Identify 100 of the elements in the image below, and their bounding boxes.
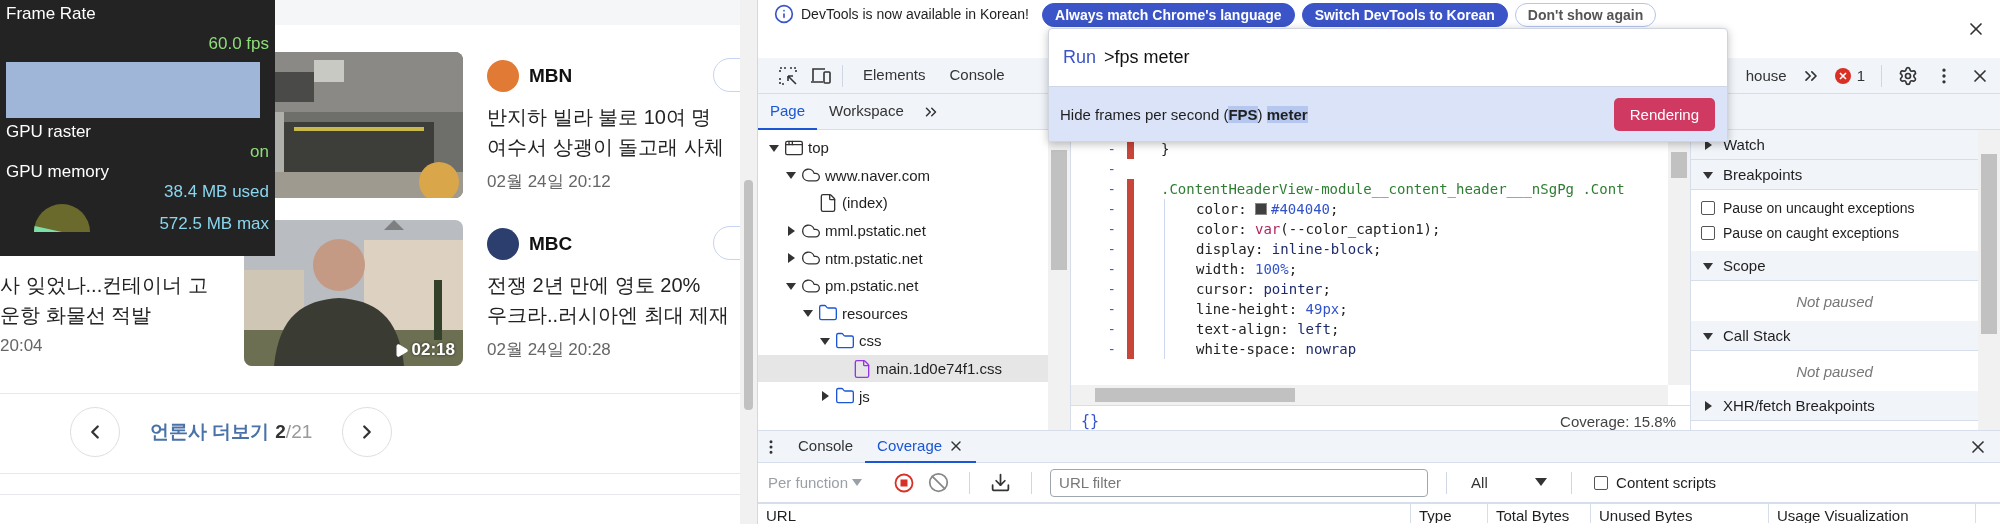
section-header[interactable]: Call Stack [1691,321,1978,351]
coverage-marker: - [1106,221,1116,237]
memory-gauge-drawing [32,202,92,234]
expanded-caret-icon[interactable] [1703,260,1713,271]
section-header[interactable]: Scope [1691,251,1978,281]
memory-max: 572.5 MB max [159,214,269,234]
coverage-marker: - [1106,261,1116,277]
drawer-tab[interactable]: Console [786,430,866,463]
tree-item[interactable]: top [758,134,1048,162]
checkbox[interactable] [1701,225,1715,240]
tab-label: Console [798,437,854,454]
coverage-marker: - [1106,301,1116,317]
inspect-icon[interactable] [778,65,798,86]
color-swatch[interactable] [1255,203,1267,215]
meter-label: GPU memory [6,162,110,182]
code-token: display: [1196,241,1265,257]
tree-label: resources [842,304,908,322]
publisher-name[interactable]: MBN [529,65,573,87]
panel-tab[interactable]: house [1745,67,1787,84]
command-result[interactable]: Hide frames per second (FPS) meter Rendering [1049,87,1727,141]
expanded-caret-icon[interactable] [1703,330,1713,341]
code-token: ; [1288,261,1298,277]
raster-state: on [249,142,269,162]
folder-icon [835,330,855,351]
expanded-caret-icon[interactable] [769,142,779,153]
section-header[interactable]: Watch [1691,130,1978,160]
code-token: pointer [1263,281,1323,297]
code-token: var [1255,221,1281,237]
code-token: width: [1196,261,1248,277]
collapsed-caret-icon[interactable] [786,253,796,264]
tree-item[interactable]: resources [758,299,1048,328]
error-count[interactable]: 1 [1856,67,1865,84]
tree-item[interactable]: (index) [758,189,1048,217]
tree-item[interactable]: www.naver.com [758,161,1048,190]
expanded-caret-icon[interactable] [786,280,796,291]
tree-label: top [808,139,829,157]
headline-line[interactable]: 사 잊었나...컨테이너 고 [0,270,232,300]
download-icon[interactable] [990,472,1012,493]
infobar-button[interactable]: Always match Chrome's language [1042,3,1295,27]
coverage-marker: - [1106,161,1116,177]
infobar-button[interactable]: Switch DevTools to Korean [1301,3,1508,27]
tree-item[interactable]: mml.pstatic.net [758,216,1048,245]
coverage-marker: - [1106,181,1116,197]
headline-line[interactable]: 전쟁 2년 만에 영토 20% [487,270,740,300]
code-token: line-height: [1196,301,1299,317]
expanded-caret-icon[interactable] [803,308,813,319]
publisher-name[interactable]: MBC [529,233,573,255]
headline-line[interactable]: 우크라..러시아엔 최대 제재 [487,300,740,330]
code-token: ; [1373,241,1382,257]
tree-item[interactable]: css [758,327,1048,355]
scroll-bar[interactable] [740,0,757,524]
navigator-tab[interactable]: Workspace [817,93,916,130]
collapsed-caret-icon[interactable] [786,225,796,236]
prompt-prefix: Run [1063,47,1097,68]
url-filter-field[interactable]: URL filter [1050,468,1429,497]
expanded-caret-icon[interactable] [786,170,796,181]
collapsed-caret-icon[interactable] [1703,400,1713,411]
coverage-marker: - [1106,241,1116,257]
section-title: Breakpoints [1723,166,1803,183]
type-dropdown[interactable]: All [1465,468,1554,497]
section-title: Scope [1723,257,1766,274]
more-publishers-link[interactable]: 언론사 더보기 [150,419,270,445]
tree-item[interactable]: ntm.pstatic.net [758,244,1048,272]
stop-recording-icon[interactable] [894,472,915,493]
code-token: } [1161,141,1170,157]
tree-item[interactable]: main.1d0e74f1.css [758,354,1048,383]
tree-label: ntm.pstatic.net [825,249,923,267]
news-time: 02월 24일 20:12 [487,171,612,193]
headline-line[interactable]: 여수서 상괭이 돌고래 사체 [487,132,740,162]
tree-item[interactable]: js [758,382,1048,410]
clear-icon[interactable] [928,472,950,493]
expanded-caret-icon[interactable] [820,335,830,346]
scroll-bar[interactable] [1978,130,2000,430]
section-header[interactable]: XHR/fetch Breakpoints [1691,391,1978,421]
checkbox-label: Pause on caught exceptions [1723,224,1899,241]
expanded-caret-icon[interactable] [1703,169,1713,180]
section-title: XHR/fetch Breakpoints [1723,397,1875,414]
infobar-button[interactable]: Don't show again [1514,3,1657,27]
coverage-summary: Coverage: 15.8% [1560,412,1676,430]
scroll-bar[interactable] [1071,385,1668,405]
drawer-tab[interactable]: Coverage [865,430,977,463]
panel-tab[interactable]: Console [937,57,1017,94]
tree-label: main.1d0e74f1.css [876,360,1002,378]
publisher-logo[interactable] [487,228,519,260]
navigator-tab[interactable]: Page [758,93,818,130]
headline-line[interactable]: 반지하 빌라 불로 10여 명 [487,102,740,132]
checkbox[interactable] [1701,200,1715,215]
device-toolbar-icon[interactable] [810,65,832,86]
tree-item[interactable]: pm.pstatic.net [758,271,1048,300]
panel-tab[interactable]: Elements [851,57,938,94]
headline-line[interactable]: 운항 화물선 적발 [0,300,232,330]
settings-icon[interactable] [1898,65,1918,86]
checkbox[interactable] [1594,475,1609,490]
column-header[interactable]: URL [758,504,1411,523]
page-total: /21 [285,421,313,443]
tree-label: pm.pstatic.net [825,277,919,295]
section-header[interactable]: Breakpoints [1691,160,1978,190]
status-message: Not paused [1795,291,1874,312]
pretty-print-button[interactable]: {} [1081,412,1100,430]
collapsed-caret-icon[interactable] [820,391,830,402]
